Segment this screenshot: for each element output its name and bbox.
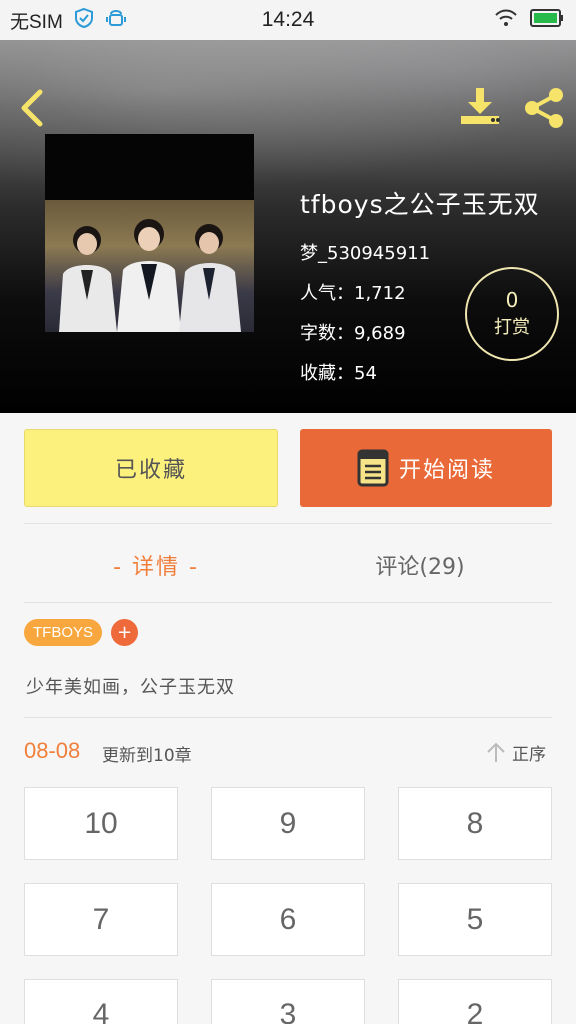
- download-icon: [461, 88, 500, 124]
- wifi-icon: [494, 8, 518, 33]
- tip-button[interactable]: 0 打赏: [465, 267, 559, 361]
- tab-detail[interactable]: - 详情 -: [24, 545, 288, 585]
- cover-image: [45, 200, 254, 332]
- tip-count: 0: [505, 288, 519, 312]
- chapter-number: 3: [279, 998, 297, 1024]
- divider: [24, 523, 552, 524]
- chapter-cell[interactable]: 5: [398, 883, 552, 956]
- sort-button[interactable]: 正序: [486, 738, 546, 766]
- book-header: tfboys之公子玉无双 梦_530945911 人气：1,712 字数：9,6…: [0, 40, 576, 413]
- divider: [24, 717, 552, 718]
- book-cover[interactable]: [45, 134, 254, 332]
- chapter-cell[interactable]: 9: [211, 787, 365, 860]
- android-icon: [105, 7, 127, 34]
- chapter-cell[interactable]: 10: [24, 787, 178, 860]
- tag-label: TFBOYS: [33, 624, 94, 641]
- tab-comments-label: 评论(29): [375, 555, 465, 580]
- favorites-stat: 收藏：54: [300, 363, 377, 384]
- tip-label: 打赏: [494, 317, 530, 338]
- chapter-cell[interactable]: 4: [24, 979, 178, 1024]
- chapter-number: 7: [92, 902, 110, 936]
- tag-tfboys[interactable]: TFBOYS: [24, 619, 103, 646]
- update-date: 08-08: [24, 738, 81, 763]
- chapter-number: 6: [279, 902, 297, 936]
- start-reading-label: 开始阅读: [398, 458, 495, 483]
- start-reading-button[interactable]: 开始阅读: [300, 429, 552, 507]
- add-tag-button[interactable]: +: [111, 619, 138, 646]
- plus-icon: +: [116, 622, 133, 643]
- collected-button[interactable]: 已收藏: [24, 429, 278, 507]
- chevron-left-icon: [21, 89, 43, 127]
- update-text: 更新到10章: [102, 746, 192, 766]
- collected-label: 已收藏: [114, 458, 187, 483]
- back-button[interactable]: [14, 86, 50, 130]
- tab-detail-label: - 详情 -: [113, 555, 199, 580]
- chapter-cell[interactable]: 2: [398, 979, 552, 1024]
- sim-status: 无SIM: [10, 11, 63, 33]
- chapter-number: 5: [466, 902, 484, 936]
- chapter-number: 2: [466, 998, 484, 1024]
- chapter-cell[interactable]: 6: [211, 883, 365, 956]
- share-icon: [525, 88, 563, 128]
- share-button[interactable]: [522, 86, 566, 130]
- book-title: tfboys之公子玉无双: [300, 190, 540, 219]
- tab-comments[interactable]: 评论(29): [288, 545, 552, 585]
- battery-icon: [530, 9, 564, 32]
- chapter-cell[interactable]: 3: [211, 979, 365, 1024]
- chapter-number: 8: [466, 806, 484, 840]
- book-icon: [357, 449, 389, 487]
- chapter-number: 4: [92, 998, 110, 1024]
- chapter-number: 9: [279, 806, 297, 840]
- shield-icon: [73, 7, 95, 34]
- chapter-number: 10: [84, 806, 118, 840]
- cover-photo: [59, 219, 241, 332]
- arrow-up-icon: [487, 742, 505, 762]
- chapter-cell[interactable]: 8: [398, 787, 552, 860]
- status-bar: 无SIM 14:24: [0, 0, 576, 40]
- book-author[interactable]: 梦_530945911: [300, 239, 540, 265]
- synopsis: 少年美如画，公子玉无双: [26, 677, 235, 698]
- divider: [24, 602, 552, 603]
- sort-label: 正序: [512, 744, 546, 765]
- download-button[interactable]: [458, 86, 502, 128]
- chapter-cell[interactable]: 7: [24, 883, 178, 956]
